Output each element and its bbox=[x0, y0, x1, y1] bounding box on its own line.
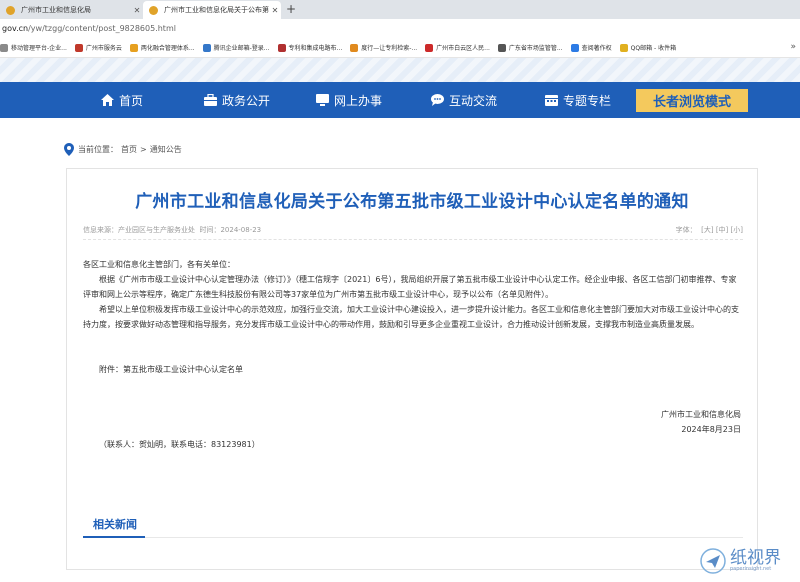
article-meta: 信息来源：产业园区与生产服务业处 时间：2024-08-23 bbox=[83, 225, 261, 235]
address-path: /yw/tzgg/content/post_9828605.html bbox=[28, 24, 176, 33]
browser-tab-active[interactable]: 广州市工业和信息化局关于公布第 ✕ bbox=[143, 1, 281, 19]
breadcrumb-home-link[interactable]: 首页 bbox=[121, 144, 137, 155]
close-tab-icon[interactable]: ✕ bbox=[269, 6, 281, 15]
bookmark-item[interactable]: 广州市白云区人民... bbox=[425, 43, 490, 52]
calendar-icon bbox=[545, 95, 558, 106]
nav-item-interaction[interactable]: 互动交流 bbox=[431, 82, 497, 118]
breadcrumb-separator: > bbox=[140, 144, 147, 154]
bookmark-item[interactable]: 腾讯企业邮箱-登录... bbox=[202, 43, 270, 52]
nav-item-label: 政务公开 bbox=[222, 93, 271, 108]
article-title: 广州市工业和信息化局关于公布第五批市级工业设计中心认定名单的通知 bbox=[135, 192, 689, 212]
nav-item-online-services[interactable]: 网上办事 bbox=[316, 82, 382, 118]
article-source: 信息来源：产业园区与生产服务业处 bbox=[83, 226, 195, 234]
font-medium-button[interactable]: [中] bbox=[716, 226, 728, 234]
font-large-button[interactable]: [大] bbox=[701, 226, 713, 234]
tab-title: 广州市工业和信息化局 bbox=[21, 6, 91, 14]
article-paragraph: 根据《广州市市级工业设计中心认定管理办法（修订）》（穗工信规字〔2021〕6号）… bbox=[83, 275, 737, 299]
browser-tab-strip: 广州市工业和信息化局 ✕ 广州市工业和信息化局关于公布第 ✕ + bbox=[0, 0, 800, 19]
related-news-underline bbox=[83, 536, 145, 538]
font-size-label: 字体： bbox=[675, 226, 697, 234]
meta-divider bbox=[83, 239, 743, 240]
article-attachment[interactable]: 附件：第五批市级工业设计中心认定名单 bbox=[83, 362, 743, 377]
bookmark-favicon-icon bbox=[570, 43, 579, 52]
bookmark-item[interactable]: 度行—让专利检索-... bbox=[350, 43, 417, 52]
bookmark-item[interactable]: 两化融合管理体系... bbox=[129, 43, 195, 52]
related-news-section: 相关新闻 bbox=[83, 512, 743, 538]
breadcrumb-current[interactable]: 通知公告 bbox=[150, 144, 182, 155]
bookmark-favicon-icon bbox=[350, 43, 359, 52]
site-header-banner bbox=[0, 58, 800, 82]
briefcase-icon bbox=[204, 94, 217, 106]
breadcrumb-prefix: 当前位置： bbox=[78, 144, 118, 154]
location-pin-icon bbox=[64, 142, 74, 156]
bookmark-favicon-icon bbox=[129, 43, 138, 52]
bookmark-favicon-icon bbox=[0, 43, 8, 52]
article-body: 各区工业和信息化主管部门，各有关单位： 根据《广州市市级工业设计中心认定管理办法… bbox=[83, 257, 743, 452]
close-tab-icon[interactable]: ✕ bbox=[131, 6, 143, 15]
bookmark-favicon-icon bbox=[202, 43, 211, 52]
bookmark-item[interactable]: 查阅著作权 bbox=[570, 43, 612, 52]
bookmark-item[interactable]: 广东省市场监管管... bbox=[497, 43, 563, 52]
bookmark-favicon-icon bbox=[619, 43, 628, 52]
bookmark-favicon-icon bbox=[425, 43, 434, 52]
nav-item-gov-affairs[interactable]: 政务公开 bbox=[204, 82, 270, 118]
nav-item-home[interactable]: 首页 bbox=[101, 82, 143, 118]
elder-mode-button[interactable]: 长者浏览模式 bbox=[636, 89, 748, 112]
nav-item-label: 互动交流 bbox=[449, 93, 498, 108]
nav-item-label: 首页 bbox=[119, 93, 144, 108]
article-date: 2024年8月23日 bbox=[681, 425, 741, 434]
paper-plane-logo-icon bbox=[700, 548, 726, 574]
article-paragraph: 希望以上单位积极发挥市级工业设计中心的示范效应，加强行业交流，加大工业设计中心建… bbox=[83, 305, 739, 329]
bookmark-favicon-icon bbox=[497, 43, 506, 52]
watermark-logo: 纸视界 paperinsight.net bbox=[700, 540, 800, 582]
article-greeting: 各区工业和信息化主管部门，各有关单位： bbox=[83, 260, 235, 269]
breadcrumb: 当前位置： 首页 > 通知公告 bbox=[64, 141, 185, 157]
article-signature: 广州市工业和信息化局 bbox=[661, 410, 741, 419]
bookmark-item[interactable]: QQ邮箱 - 收件箱 bbox=[619, 43, 676, 52]
monitor-icon bbox=[316, 94, 329, 106]
bookmark-item[interactable]: 广州市服务云 bbox=[74, 43, 122, 52]
bookmark-favicon-icon bbox=[277, 43, 286, 52]
nav-item-special-topics[interactable]: 专题专栏 bbox=[545, 82, 611, 118]
address-domain: gov.cn bbox=[2, 24, 29, 33]
bookmark-favicon-icon bbox=[74, 43, 83, 52]
chat-icon bbox=[431, 94, 444, 106]
font-size-controls: 字体： [大] [中] [小] bbox=[676, 225, 743, 235]
article-time: 时间：2024-08-23 bbox=[199, 226, 262, 234]
bookmark-item[interactable]: 移动管理平台-企业... bbox=[0, 43, 67, 52]
browser-tab[interactable]: 广州市工业和信息化局 ✕ bbox=[0, 1, 143, 19]
address-bar[interactable]: gov.cn /yw/tzgg/content/post_9828605.htm… bbox=[0, 19, 800, 38]
home-icon bbox=[101, 94, 114, 106]
watermark-text: 纸视界 bbox=[730, 548, 781, 568]
related-news-title: 相关新闻 bbox=[93, 518, 137, 531]
site-favicon-icon bbox=[6, 5, 15, 15]
new-tab-icon[interactable]: + bbox=[284, 2, 298, 16]
article-contact: （联系人：贺灿明，联系电话：83123981） bbox=[99, 440, 260, 449]
font-small-button[interactable]: [小] bbox=[731, 226, 743, 234]
nav-item-label: 专题专栏 bbox=[563, 93, 612, 108]
bookmarks-bar: 移动管理平台-企业... 广州市服务云 两化融合管理体系... 腾讯企业邮箱-登… bbox=[0, 38, 800, 58]
bookmarks-overflow-icon[interactable]: » bbox=[790, 42, 796, 52]
site-favicon-icon bbox=[149, 5, 158, 15]
bookmark-item[interactable]: 专利和集成电路布... bbox=[277, 43, 342, 52]
article-card: 广州市工业和信息化局关于公布第五批市级工业设计中心认定名单的通知 信息来源：产业… bbox=[66, 168, 758, 570]
tab-title: 广州市工业和信息化局关于公布第 bbox=[164, 6, 269, 14]
nav-item-label: 网上办事 bbox=[334, 93, 383, 108]
